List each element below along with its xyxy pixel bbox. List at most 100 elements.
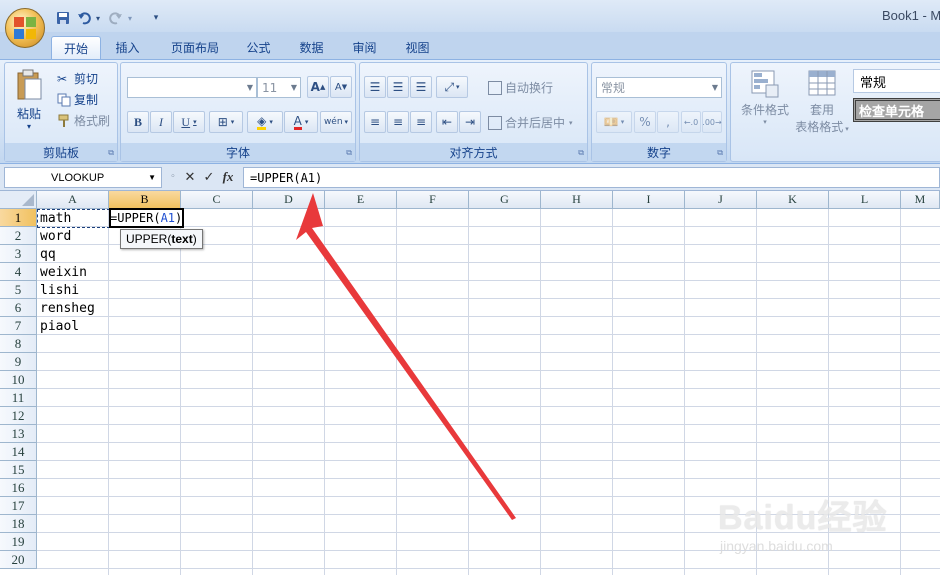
column-header-a[interactable]: A: [37, 191, 109, 209]
column-header-l[interactable]: L: [829, 191, 901, 209]
font-launcher-icon[interactable]: ⧉: [346, 148, 352, 158]
font-size-combo[interactable]: 11 ▼: [257, 77, 301, 98]
row-header-2[interactable]: 2: [0, 227, 37, 245]
cell-a2[interactable]: word: [40, 227, 71, 245]
tab-page-layout[interactable]: 页面布局: [160, 36, 230, 59]
number-launcher-icon[interactable]: ⧉: [717, 148, 723, 158]
row-header-20[interactable]: 20: [0, 551, 37, 569]
row-header-17[interactable]: 17: [0, 497, 37, 515]
fill-color-button[interactable]: ◈ ▾: [247, 111, 283, 133]
cell-b1-editing[interactable]: =UPPER(A1): [110, 209, 182, 227]
column-header-k[interactable]: K: [757, 191, 829, 209]
number-format-combo[interactable]: 常规 ▼: [596, 77, 722, 98]
shrink-font-button[interactable]: A ▼: [330, 76, 352, 98]
column-header-e[interactable]: E: [325, 191, 397, 209]
row-header-11[interactable]: 11: [0, 389, 37, 407]
row-header-19[interactable]: 19: [0, 533, 37, 551]
office-button[interactable]: [5, 8, 45, 48]
bold-button[interactable]: B: [127, 111, 149, 133]
insert-function-icon[interactable]: fx: [219, 168, 237, 186]
row-header-12[interactable]: 12: [0, 407, 37, 425]
align-middle-button[interactable]: ☰: [387, 76, 409, 98]
align-right-button[interactable]: ≡: [410, 111, 432, 133]
increase-indent-button[interactable]: ⇥: [459, 111, 481, 133]
column-header-i[interactable]: I: [613, 191, 685, 209]
row-header-5[interactable]: 5: [0, 281, 37, 299]
format-painter-button[interactable]: 格式刷: [57, 112, 110, 129]
italic-button[interactable]: I: [150, 111, 172, 133]
name-box[interactable]: VLOOKUP ▼: [4, 167, 162, 188]
tab-view[interactable]: 视图: [395, 36, 440, 59]
cell-a7[interactable]: piaol: [40, 317, 79, 335]
merge-center-button[interactable]: 合并后居中 ▾: [488, 114, 573, 131]
copy-button[interactable]: 复制: [57, 91, 98, 108]
row-header-15[interactable]: 15: [0, 461, 37, 479]
column-header-b[interactable]: B: [109, 191, 181, 209]
clipboard-launcher-icon[interactable]: ⧉: [108, 148, 114, 158]
orientation-button[interactable]: ⤢ ▾: [436, 76, 468, 98]
column-header-f[interactable]: F: [397, 191, 469, 209]
font-color-button[interactable]: A ▾: [284, 111, 318, 133]
align-left-button[interactable]: ≡: [364, 111, 386, 133]
row-header-7[interactable]: 7: [0, 317, 37, 335]
cut-button[interactable]: ✂ 剪切: [57, 70, 98, 87]
row-header-1[interactable]: 1: [0, 209, 37, 227]
undo-dropdown-icon[interactable]: ▾: [94, 10, 102, 26]
row-header-18[interactable]: 18: [0, 515, 37, 533]
row-header-9[interactable]: 9: [0, 353, 37, 371]
cell-a6[interactable]: rensheg: [40, 299, 95, 317]
row-header-13[interactable]: 13: [0, 425, 37, 443]
decrease-indent-button[interactable]: ⇤: [436, 111, 458, 133]
alignment-launcher-icon[interactable]: ⧉: [578, 148, 584, 158]
column-header-g[interactable]: G: [469, 191, 541, 209]
cell-a4[interactable]: weixin: [40, 263, 87, 281]
cell-a5[interactable]: lishi: [40, 281, 79, 299]
style-check-cell[interactable]: 检查单元格: [853, 98, 940, 122]
cell-a3[interactable]: qq: [40, 245, 56, 263]
select-all-corner[interactable]: [0, 191, 37, 209]
cancel-icon[interactable]: ✕: [181, 168, 199, 186]
row-header-10[interactable]: 10: [0, 371, 37, 389]
undo-icon[interactable]: [76, 10, 92, 26]
align-bottom-button[interactable]: ☰: [410, 76, 432, 98]
tab-review[interactable]: 审阅: [342, 36, 387, 59]
redo-icon[interactable]: [108, 10, 124, 26]
tab-home[interactable]: 开始: [51, 36, 101, 59]
phonetic-button[interactable]: wén ▾: [320, 111, 352, 133]
tab-insert[interactable]: 插入: [105, 36, 150, 59]
increase-decimal-button[interactable]: ←.0: [681, 111, 701, 133]
customize-qat-icon[interactable]: ▾: [152, 10, 160, 26]
grow-font-button[interactable]: A ▲: [307, 76, 329, 98]
column-header-j[interactable]: J: [685, 191, 757, 209]
conditional-format-button[interactable]: 条件格式 ▾: [737, 69, 793, 139]
column-header-m[interactable]: M: [901, 191, 940, 209]
tab-formulas[interactable]: 公式: [236, 36, 281, 59]
paste-button[interactable]: 粘贴 ▾: [13, 69, 45, 139]
column-header-c[interactable]: C: [181, 191, 253, 209]
tab-data[interactable]: 数据: [289, 36, 334, 59]
underline-button[interactable]: U ▾: [173, 111, 205, 133]
name-box-dropdown-icon[interactable]: ▼: [148, 173, 156, 182]
style-normal-cell[interactable]: 常规: [853, 69, 940, 93]
row-header-6[interactable]: 6: [0, 299, 37, 317]
row-header-8[interactable]: 8: [0, 335, 37, 353]
format-as-table-button[interactable]: 套用 表格格式 ▾: [791, 69, 853, 139]
enter-icon[interactable]: ✓: [200, 168, 218, 186]
row-header-16[interactable]: 16: [0, 479, 37, 497]
wrap-text-button[interactable]: 自动换行: [488, 79, 553, 96]
comma-button[interactable]: ,: [657, 111, 679, 133]
borders-button[interactable]: ⊞ ▾: [209, 111, 243, 133]
align-center-button[interactable]: ≡: [387, 111, 409, 133]
formula-input[interactable]: =UPPER(A1): [243, 167, 940, 188]
row-header-3[interactable]: 3: [0, 245, 37, 263]
percent-button[interactable]: %: [634, 111, 656, 133]
accounting-format-button[interactable]: 💴 ▾: [596, 111, 632, 133]
row-header-14[interactable]: 14: [0, 443, 37, 461]
save-icon[interactable]: [55, 10, 71, 26]
column-header-d[interactable]: D: [253, 191, 325, 209]
column-header-h[interactable]: H: [541, 191, 613, 209]
font-name-combo[interactable]: ▼: [127, 77, 257, 98]
decrease-decimal-button[interactable]: .00→: [702, 111, 722, 133]
align-top-button[interactable]: ☰: [364, 76, 386, 98]
redo-dropdown-icon[interactable]: ▾: [126, 10, 134, 26]
